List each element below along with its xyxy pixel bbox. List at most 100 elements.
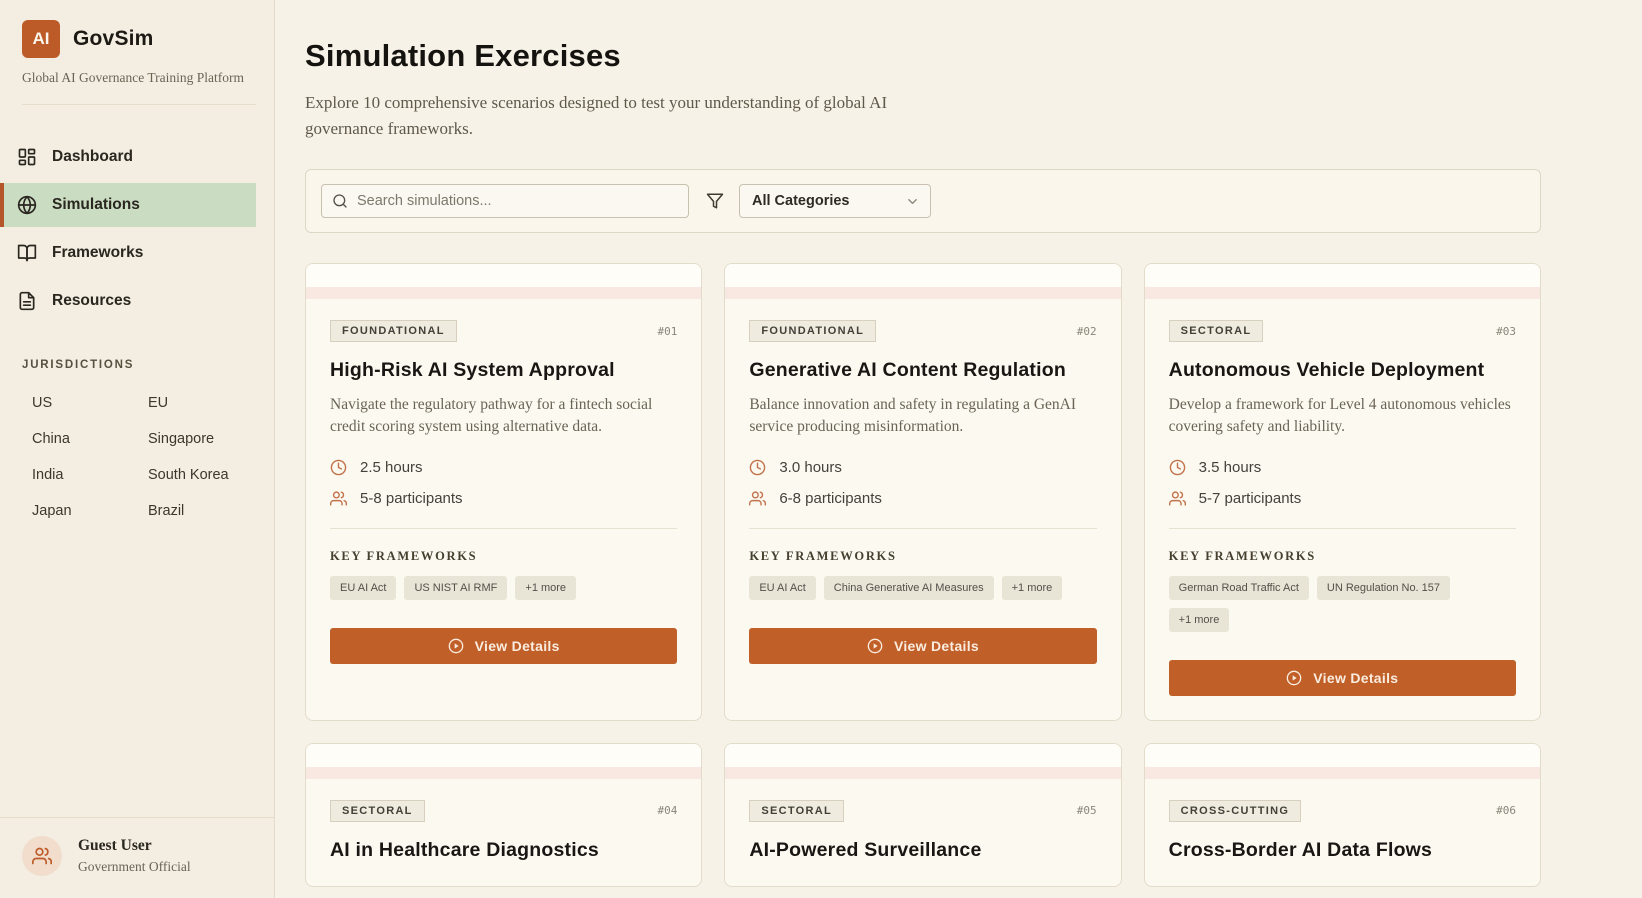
view-details-label: View Details bbox=[1313, 669, 1399, 686]
search-input[interactable] bbox=[321, 184, 689, 218]
simulation-card: FOUNDATIONAL #02 Generative AI Content R… bbox=[724, 263, 1122, 721]
card-number: #05 bbox=[1076, 804, 1097, 818]
card-number: #06 bbox=[1496, 804, 1516, 818]
view-details-button[interactable]: View Details bbox=[1168, 659, 1516, 696]
framework-tag: +1 more bbox=[515, 575, 577, 600]
simulation-title: AI-Powered Surveillance bbox=[749, 838, 982, 861]
simulation-title: High-Risk AI System Approval bbox=[330, 359, 615, 381]
play-circle-icon bbox=[867, 638, 883, 654]
view-details-label: View Details bbox=[474, 637, 560, 654]
framework-tags: German Road Traffic Act UN Regulation No.… bbox=[1168, 575, 1516, 632]
brand-header: AI GovSim bbox=[22, 20, 256, 58]
user-name: Guest User bbox=[78, 837, 152, 854]
play-circle-icon bbox=[1286, 670, 1302, 686]
card-meta: 3.5 hours 5-7 participants bbox=[1168, 458, 1516, 507]
simulation-card: FOUNDATIONAL #01 High-Risk AI System App… bbox=[305, 263, 703, 721]
jurisdiction-india[interactable]: India bbox=[32, 467, 148, 483]
search-icon bbox=[332, 193, 348, 209]
framework-tag: German Road Traffic Act bbox=[1168, 575, 1309, 600]
simulation-title: Autonomous Vehicle Deployment bbox=[1168, 359, 1485, 381]
card-accent-strip bbox=[1144, 287, 1540, 299]
category-badge: FOUNDATIONAL bbox=[330, 320, 457, 342]
sidebar-divider bbox=[22, 104, 256, 105]
jurisdiction-us[interactable]: US bbox=[32, 395, 148, 411]
globe-icon bbox=[17, 195, 37, 215]
simulation-description: Develop a framework for Level 4 autonomo… bbox=[1168, 396, 1511, 436]
jurisdictions-heading: JURISDICTIONS bbox=[22, 359, 135, 371]
jurisdiction-south-korea[interactable]: South Korea bbox=[148, 467, 274, 483]
page-subtitle: Explore 10 comprehensive scenarios desig… bbox=[305, 93, 888, 138]
jurisdiction-singapore[interactable]: Singapore bbox=[148, 431, 274, 447]
card-number: #04 bbox=[657, 804, 678, 818]
framework-tags: EU AI Act US NIST AI RMF +1 more bbox=[330, 575, 677, 600]
category-badge: FOUNDATIONAL bbox=[749, 320, 877, 342]
category-badge: SECTORAL bbox=[1168, 320, 1264, 342]
jurisdiction-eu[interactable]: EU bbox=[148, 395, 274, 411]
card-accent-strip bbox=[725, 766, 1121, 779]
view-details-label: View Details bbox=[893, 637, 980, 654]
simulation-card: SECTORAL #05 AI-Powered Surveillance bbox=[724, 742, 1122, 887]
users-avatar-icon bbox=[22, 836, 62, 876]
card-header-strip bbox=[725, 743, 1121, 767]
jurisdiction-china[interactable]: China bbox=[32, 431, 148, 447]
sidebar: AI GovSim Global AI Governance Training … bbox=[0, 0, 275, 898]
framework-tag: China Generative AI Measures bbox=[823, 575, 994, 600]
card-number: #02 bbox=[1076, 324, 1097, 338]
framework-tags: EU AI Act China Generative AI Measures +1 … bbox=[749, 575, 1096, 600]
card-header-strip bbox=[306, 264, 702, 287]
simulation-description: Balance innovation and safety in regulat… bbox=[749, 396, 1077, 436]
simulation-title: Cross-Border AI Data Flows bbox=[1168, 838, 1433, 861]
category-badge: CROSS-CUTTING bbox=[1168, 799, 1302, 822]
simulation-card: SECTORAL #03 Autonomous Vehicle Deployme… bbox=[1143, 263, 1541, 721]
card-accent-strip bbox=[306, 287, 702, 299]
jurisdiction-brazil[interactable]: Brazil bbox=[148, 503, 274, 519]
chevron-down-icon bbox=[905, 194, 920, 209]
card-number: #03 bbox=[1496, 324, 1516, 338]
user-role: Government Official bbox=[78, 859, 191, 874]
framework-tag: EU AI Act bbox=[330, 575, 397, 600]
sidebar-item-frameworks[interactable]: Frameworks bbox=[0, 231, 256, 275]
card-meta: 2.5 hours 5-8 participants bbox=[330, 459, 677, 507]
jurisdiction-japan[interactable]: Japan bbox=[32, 503, 148, 519]
key-frameworks-heading: KEY FRAMEWORKS bbox=[1168, 548, 1316, 563]
card-accent-strip bbox=[306, 766, 702, 779]
sidebar-item-resources[interactable]: Resources bbox=[0, 279, 256, 323]
app-logo: AI bbox=[22, 20, 60, 58]
view-details-button[interactable]: View Details bbox=[749, 627, 1097, 664]
category-select[interactable]: All Categories bbox=[739, 184, 931, 218]
user-profile[interactable]: Guest User Government Official bbox=[0, 817, 274, 898]
category-badge: SECTORAL bbox=[749, 799, 845, 822]
duration-text: 3.0 hours bbox=[779, 458, 842, 476]
duration-text: 3.5 hours bbox=[1198, 458, 1262, 476]
document-icon bbox=[17, 291, 37, 311]
sidebar-item-simulations[interactable]: Simulations bbox=[0, 183, 256, 227]
filter-funnel-icon bbox=[706, 192, 724, 210]
card-header-strip bbox=[1144, 743, 1540, 767]
card-header-strip bbox=[1144, 264, 1540, 287]
category-badge: SECTORAL bbox=[330, 799, 425, 822]
page-title: Simulation Exercises bbox=[305, 38, 621, 73]
participants-icon bbox=[330, 490, 347, 507]
sidebar-nav: Dashboard Simulations Frameworks Resourc… bbox=[0, 135, 274, 323]
jurisdictions-list: US EU China Singapore India South Korea … bbox=[32, 395, 274, 519]
clock-icon bbox=[330, 459, 347, 476]
participants-icon bbox=[749, 490, 767, 507]
simulation-title: AI in Healthcare Diagnostics bbox=[330, 838, 599, 861]
simulation-description: Navigate the regulatory pathway for a fi… bbox=[330, 396, 653, 436]
card-number: #01 bbox=[657, 324, 678, 338]
brand-name: GovSim bbox=[73, 27, 154, 50]
app-window: AI GovSim Global AI Governance Training … bbox=[0, 0, 1642, 898]
filter-toolbar: All Categories bbox=[305, 169, 1541, 233]
brand-tagline: Global AI Governance Training Platform bbox=[22, 70, 244, 85]
sidebar-item-dashboard[interactable]: Dashboard bbox=[0, 135, 256, 179]
clock-icon bbox=[749, 459, 766, 476]
framework-tag: +1 more bbox=[1168, 607, 1230, 632]
card-divider bbox=[1168, 527, 1516, 529]
duration-text: 2.5 hours bbox=[360, 458, 423, 476]
play-circle-icon bbox=[448, 638, 464, 654]
card-accent-strip bbox=[1144, 766, 1540, 779]
view-details-button[interactable]: View Details bbox=[330, 627, 678, 664]
simulation-title: Generative AI Content Regulation bbox=[749, 359, 1066, 381]
participants-text: 5-7 participants bbox=[1198, 489, 1302, 507]
framework-tag: US NIST AI RMF bbox=[404, 575, 508, 600]
